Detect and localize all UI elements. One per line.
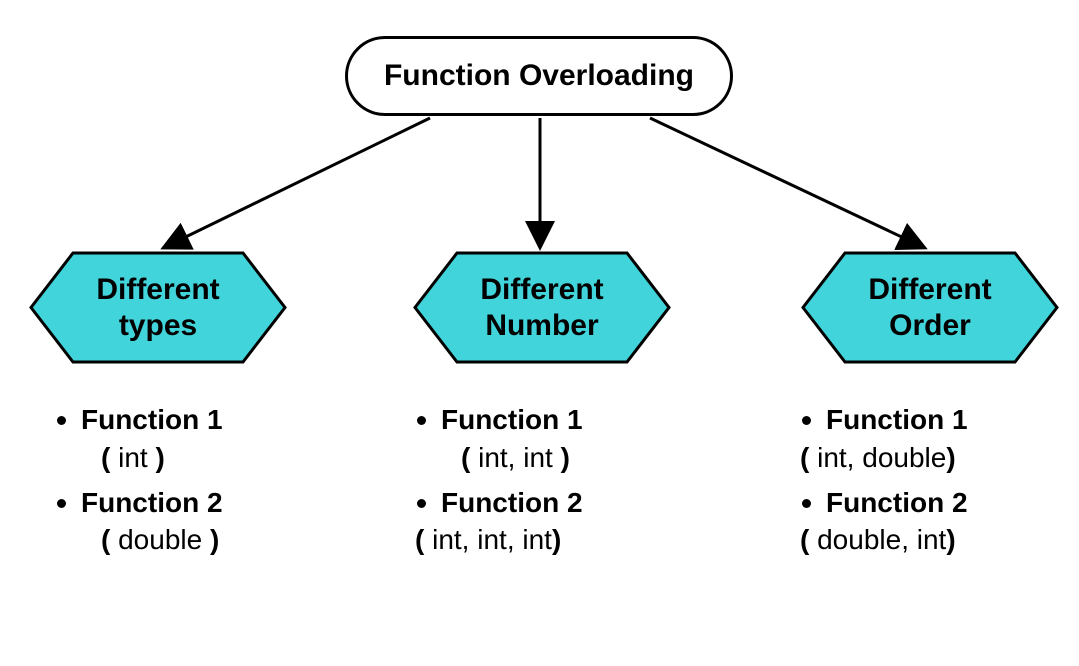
root-node: Function Overloading [345,36,733,116]
function-name: Function 1 [81,404,223,435]
list-item: Function 1 ( int, double) [826,400,1079,477]
list-item: Function 2 ( double, int) [826,483,1079,560]
function-name: Function 2 [826,487,968,518]
function-name: Function 1 [826,404,968,435]
details-types: Function 1 ( int ) Function 2 ( double ) [45,400,345,565]
function-name: Function 2 [441,487,583,518]
list-item: Function 2 ( double ) [81,483,345,560]
hex-label-types: Different types [28,250,288,365]
list-item: Function 1 ( int, int ) [441,400,705,477]
hex-different-types: Different types [28,250,288,365]
function-name: Function 2 [81,487,223,518]
root-title: Function Overloading [384,59,694,93]
details-number: Function 1 ( int, int ) Function 2 ( int… [405,400,705,565]
hex-label-number: Different Number [412,250,672,365]
hex-different-number: Different Number [412,250,672,365]
list-item: Function 2 ( int, int, int) [441,483,705,560]
list-item: Function 1 ( int ) [81,400,345,477]
function-name: Function 1 [441,404,583,435]
hex-different-order: Different Order [800,250,1060,365]
hex-label-order: Different Order [800,250,1060,365]
details-order: Function 1 ( int, double) Function 2 ( d… [790,400,1079,565]
